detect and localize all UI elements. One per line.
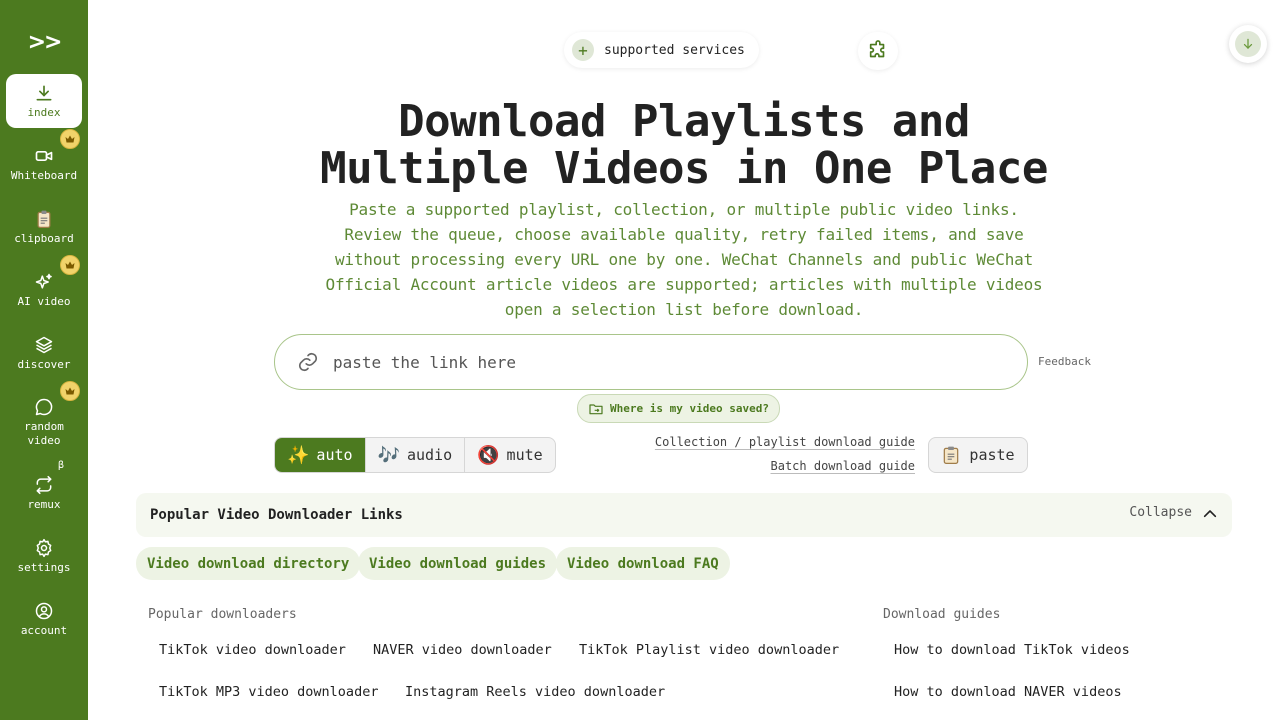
mode-label: mute [506,446,543,464]
page-description: Paste a supported playlist, collection, … [325,200,1043,319]
sidebar-item-account[interactable]: account [6,592,82,646]
sidebar-item-label: random video [24,419,64,447]
clipboard-icon [944,446,959,464]
feedback-link[interactable]: Feedback [1038,355,1091,368]
sidebar-item-clipboard[interactable]: clipboard [6,200,82,254]
sparkles-icon: ✨ [287,444,310,466]
download-queue-button[interactable] [1229,25,1267,63]
collapse-label: Collapse [1129,505,1192,520]
plus-icon: + [572,39,594,61]
sidebar-item-whiteboard[interactable]: Whiteboard [6,129,82,191]
music-notes-icon: 🎶 [377,444,400,466]
sidebar-item-ai-video[interactable]: AI video [6,255,82,317]
mode-auto-button[interactable]: ✨ auto [275,438,366,472]
sidebar-item-label: AI video [17,294,71,308]
paste-button[interactable]: paste [928,437,1028,473]
batch-guide-link[interactable]: Batch download guide [771,459,916,473]
sidebar-item-label: discover [17,357,71,371]
playlist-guide-link[interactable]: Collection / playlist download guide [655,435,915,449]
download-icon [36,85,52,100]
download-mode-selector: ✨ auto 🎶 audio 🔇 mute [274,437,556,473]
folder-sync-icon [589,403,603,414]
clipboard-icon [37,210,51,228]
downloader-link[interactable]: TikTok Playlist video downloader [579,642,839,658]
mode-label: audio [406,446,453,464]
logo[interactable]: >> [0,30,88,55]
mode-mute-button[interactable]: 🔇 mute [465,438,555,472]
sidebar-item-settings[interactable]: settings [6,529,82,583]
sparkles-icon [35,273,52,289]
mode-label: auto [316,446,353,464]
pill-video-directory[interactable]: Video download directory [136,547,361,580]
sidebar: >> index Whiteboard clipboard AI video d… [0,0,88,720]
title-line-2: Multiple Videos in One Place [320,143,1048,194]
gear-icon [36,538,52,557]
download-guides-heading: Download guides [883,607,1001,622]
popular-downloaders-heading: Popular downloaders [148,607,297,622]
downloader-link[interactable]: NAVER video downloader [373,642,552,658]
sidebar-item-label: settings [17,560,71,574]
layers-icon [35,336,53,353]
title-line-1: Download Playlists and [398,96,970,147]
video-camera-icon [35,150,53,161]
page-title: Download Playlists and Multiple Videos i… [288,98,1080,192]
where-saved-button[interactable]: Where is my video saved? [577,394,780,423]
popular-links-title: Popular Video Downloader Links [150,507,403,523]
guide-link[interactable]: How to download TikTok videos [894,642,1130,658]
sidebar-item-remux[interactable]: β remux [6,460,82,520]
user-circle-icon [35,602,53,619]
sidebar-item-index[interactable]: index [6,74,82,128]
sidebar-item-label: clipboard [14,231,74,245]
pill-video-guides[interactable]: Video download guides [358,547,558,580]
mute-icon: 🔇 [477,444,500,466]
sidebar-item-label: remux [27,497,61,511]
crown-icon [60,129,80,149]
chat-bubble-icon [35,398,53,415]
link-icon [298,352,318,372]
downloader-link[interactable]: TikTok video downloader [159,642,346,658]
repeat-icon [36,475,52,494]
collapse-button[interactable]: Collapse [1129,505,1218,520]
supported-services-button[interactable]: + supported services [564,32,759,68]
downloader-link[interactable]: TikTok MP3 video downloader [159,684,378,700]
supported-services-label: supported services [604,42,745,58]
sidebar-item-label: account [20,623,68,637]
paste-label: paste [969,446,1015,464]
chevron-up-icon [1203,509,1217,517]
mode-audio-button[interactable]: 🎶 audio [366,438,466,472]
sidebar-item-label: Whiteboard [10,168,78,182]
sidebar-item-discover[interactable]: discover [6,326,82,380]
sidebar-item-label: index [27,105,61,119]
extension-button[interactable] [858,32,898,70]
pill-video-faq[interactable]: Video download FAQ [556,547,730,580]
crown-icon [60,381,80,401]
popular-links-header: Popular Video Downloader Links Collapse [136,493,1232,537]
crown-icon [60,255,80,275]
downloader-link[interactable]: Instagram Reels video downloader [405,684,665,700]
link-input[interactable] [333,352,973,372]
arrow-down-icon [1243,38,1253,49]
beta-badge: β [57,460,64,471]
puzzle-icon [869,40,885,58]
link-input-container [274,334,1028,390]
where-saved-label: Where is my video saved? [610,402,769,415]
guide-link[interactable]: How to download NAVER videos [894,684,1122,700]
sidebar-item-random-video[interactable]: random video [6,381,82,455]
